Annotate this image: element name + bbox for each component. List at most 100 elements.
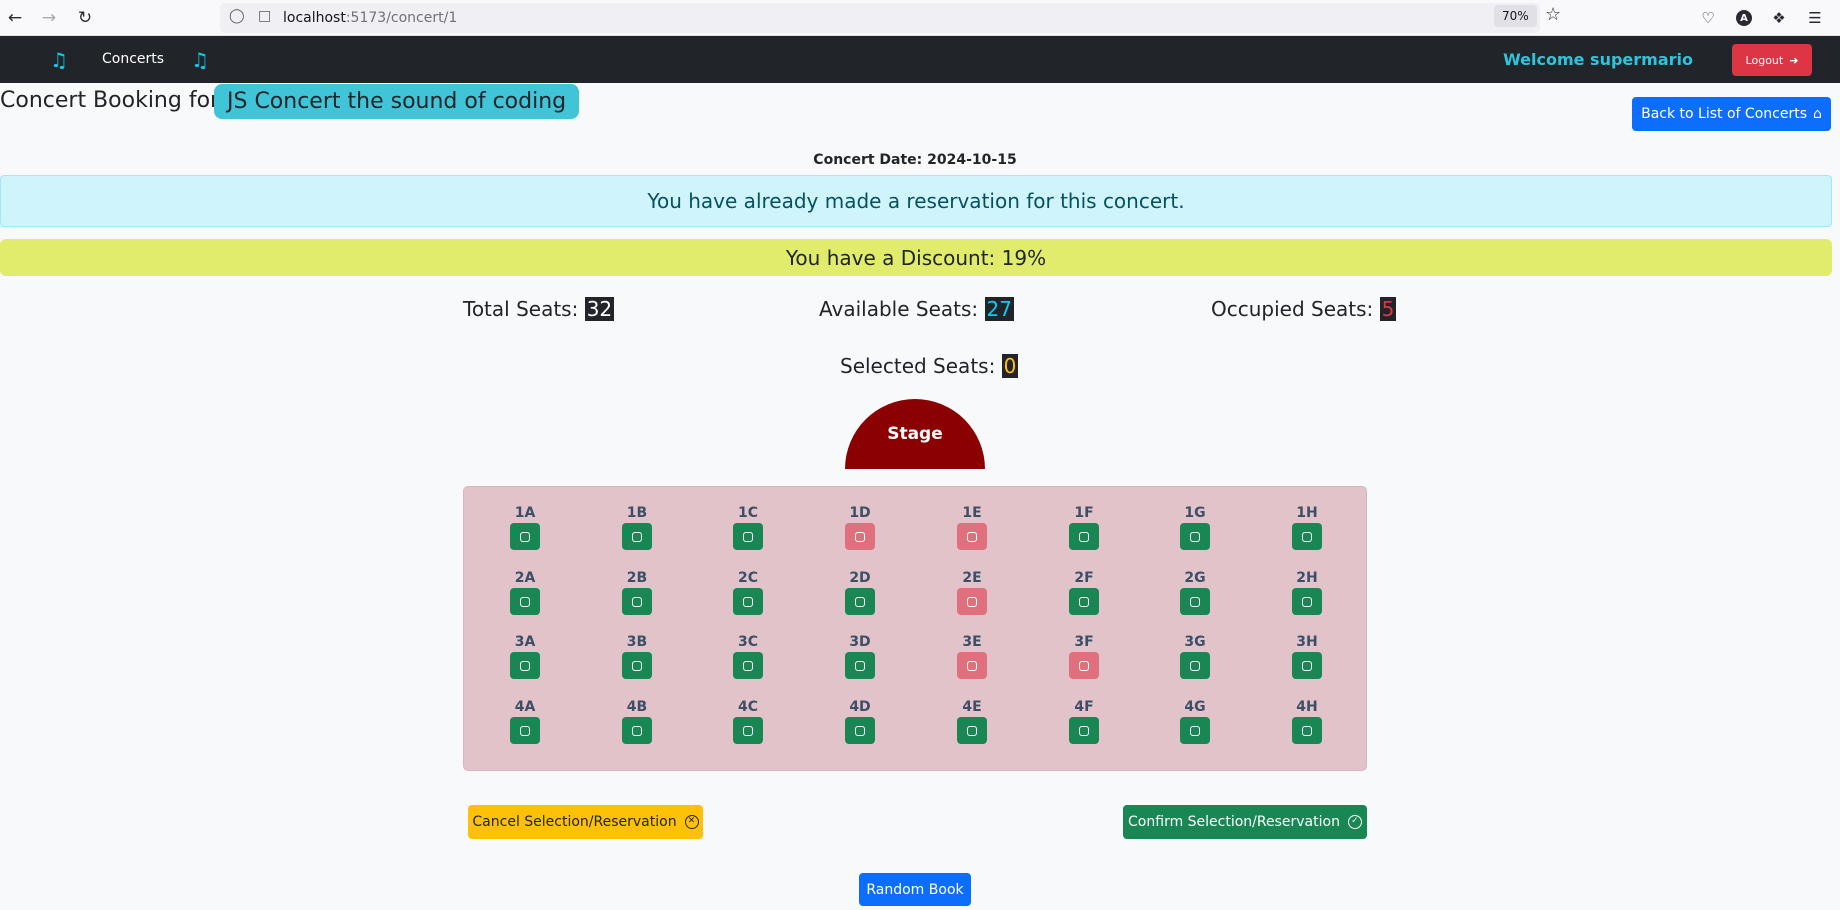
available-seat-button[interactable] [622,523,652,550]
available-seat-button[interactable] [1180,588,1210,615]
shield-icon[interactable]: ◯ [229,8,245,24]
occupied-seat-button[interactable] [957,523,987,550]
seat-square-icon [632,596,642,607]
available-seat-button[interactable] [1069,523,1099,550]
random-book-button[interactable]: Random Book [859,873,971,906]
available-seat-button[interactable] [1180,523,1210,550]
reservation-alert: You have already made a reservation for … [0,175,1832,227]
available-seat-button[interactable] [733,523,763,550]
seat-label: 3F [1074,634,1094,650]
available-seat-button[interactable] [510,717,540,744]
cancel-selection-button[interactable]: Cancel Selection/Reservation ✕ [468,805,703,839]
seat-4b: 4B [621,698,653,744]
available-seat-button[interactable] [622,717,652,744]
logout-icon: ➜ [1789,53,1799,67]
booking-heading: Concert Booking for: [0,88,227,113]
available-seat-button[interactable] [733,717,763,744]
available-seat-button[interactable] [1180,652,1210,679]
available-seat-button[interactable] [1180,717,1210,744]
available-seat-button[interactable] [622,588,652,615]
confirm-selection-button[interactable]: Confirm Selection/Reservation ✓ [1123,805,1367,839]
available-seat-button[interactable] [845,652,875,679]
seat-square-icon [1079,531,1089,542]
seat-square-icon [967,531,977,542]
seat-square-icon [632,531,642,542]
home-icon: ⌂ [1812,106,1822,122]
available-seat-button[interactable] [1069,588,1099,615]
available-seat-button[interactable] [510,652,540,679]
seat-square-icon [967,660,977,671]
forward-arrow-icon[interactable]: → [36,5,62,31]
music-note-icon[interactable]: ♫ [50,48,68,72]
seat-label: 2B [626,570,648,586]
random-book-label: Random Book [866,881,964,898]
available-seat-button[interactable] [1292,717,1322,744]
seat-square-icon [1302,596,1312,607]
available-seat-button[interactable] [845,588,875,615]
page-info-icon[interactable]: □ [258,8,271,24]
reload-icon[interactable]: ↻ [72,5,98,31]
seat-4a: 4A [509,698,541,744]
back-to-list-button[interactable]: Back to List of Concerts ⌂ [1632,97,1831,131]
available-seat-button[interactable] [957,717,987,744]
available-seat-button[interactable] [1292,588,1322,615]
available-seat-button[interactable] [1069,717,1099,744]
available-seat-button[interactable] [510,523,540,550]
seat-label: 3A [514,634,536,650]
seat-label: 1F [1074,505,1094,521]
seat-label: 4F [1074,699,1094,715]
zoom-level-badge[interactable]: 70% [1494,5,1537,27]
seat-2a: 2A [509,569,541,615]
seat-label: 1B [626,505,648,521]
seat-square-icon [1079,660,1089,671]
reservation-alert-text: You have already made a reservation for … [647,189,1185,213]
available-seat-button[interactable] [510,588,540,615]
discount-banner: You have a Discount: 19% [0,239,1832,276]
menu-icon[interactable]: ☰ [1802,5,1828,31]
available-seat-button[interactable] [1292,523,1322,550]
seat-square-icon [855,725,865,736]
seat-3e: 3E [956,633,988,679]
available-seat-button[interactable] [733,588,763,615]
occupied-seats-label: Occupied Seats: [1211,297,1374,321]
available-seat-button[interactable] [733,652,763,679]
seat-square-icon [743,725,753,736]
available-seat-button[interactable] [1292,652,1322,679]
seat-square-icon [520,725,530,736]
nav-concerts-link[interactable]: Concerts [102,51,164,67]
seat-2b: 2B [621,569,653,615]
occupied-seat-button[interactable] [1069,652,1099,679]
address-bar[interactable]: ◯ □ localhost:5173/concert/1 [220,3,1540,33]
seat-label: 1H [1296,505,1318,521]
pocket-icon[interactable]: ♡ [1695,5,1721,31]
total-seats-value: 32 [584,297,615,321]
url-path: :5173/concert/1 [345,10,458,26]
available-seat-button[interactable] [622,652,652,679]
extensions-icon[interactable]: ❖ [1766,5,1792,31]
url-text[interactable]: localhost:5173/concert/1 [283,10,457,26]
seat-square-icon [1190,660,1200,671]
seat-label: 1E [962,505,982,521]
available-seat-button[interactable] [845,717,875,744]
seat-1a: 1A [509,504,541,550]
seat-label: 2D [849,570,871,586]
back-arrow-icon[interactable]: ← [2,5,28,31]
cancel-button-label: Cancel Selection/Reservation [472,814,677,830]
seat-square-icon [1190,596,1200,607]
seat-1g: 1G [1179,504,1211,550]
seat-square-icon [855,531,865,542]
seat-square-icon [743,596,753,607]
bookmark-star-icon[interactable]: ☆ [1545,4,1561,25]
occupied-seat-button[interactable] [845,523,875,550]
seat-square-icon [855,596,865,607]
occupied-seat-button[interactable] [957,588,987,615]
browser-toolbar: ← → ↻ ◯ □ localhost:5173/concert/1 70% ☆… [0,0,1840,36]
seat-1d: 1D [844,504,876,550]
music-note-icon[interactable]: ♫ [191,48,209,72]
occupied-seat-button[interactable] [957,652,987,679]
discount-text: You have a Discount: 19% [785,245,1047,270]
logout-button[interactable]: Logout ➜ [1732,44,1812,76]
seat-square-icon [743,531,753,542]
occupied-seats-value: 5 [1379,297,1397,321]
account-icon[interactable]: A [1731,5,1757,31]
